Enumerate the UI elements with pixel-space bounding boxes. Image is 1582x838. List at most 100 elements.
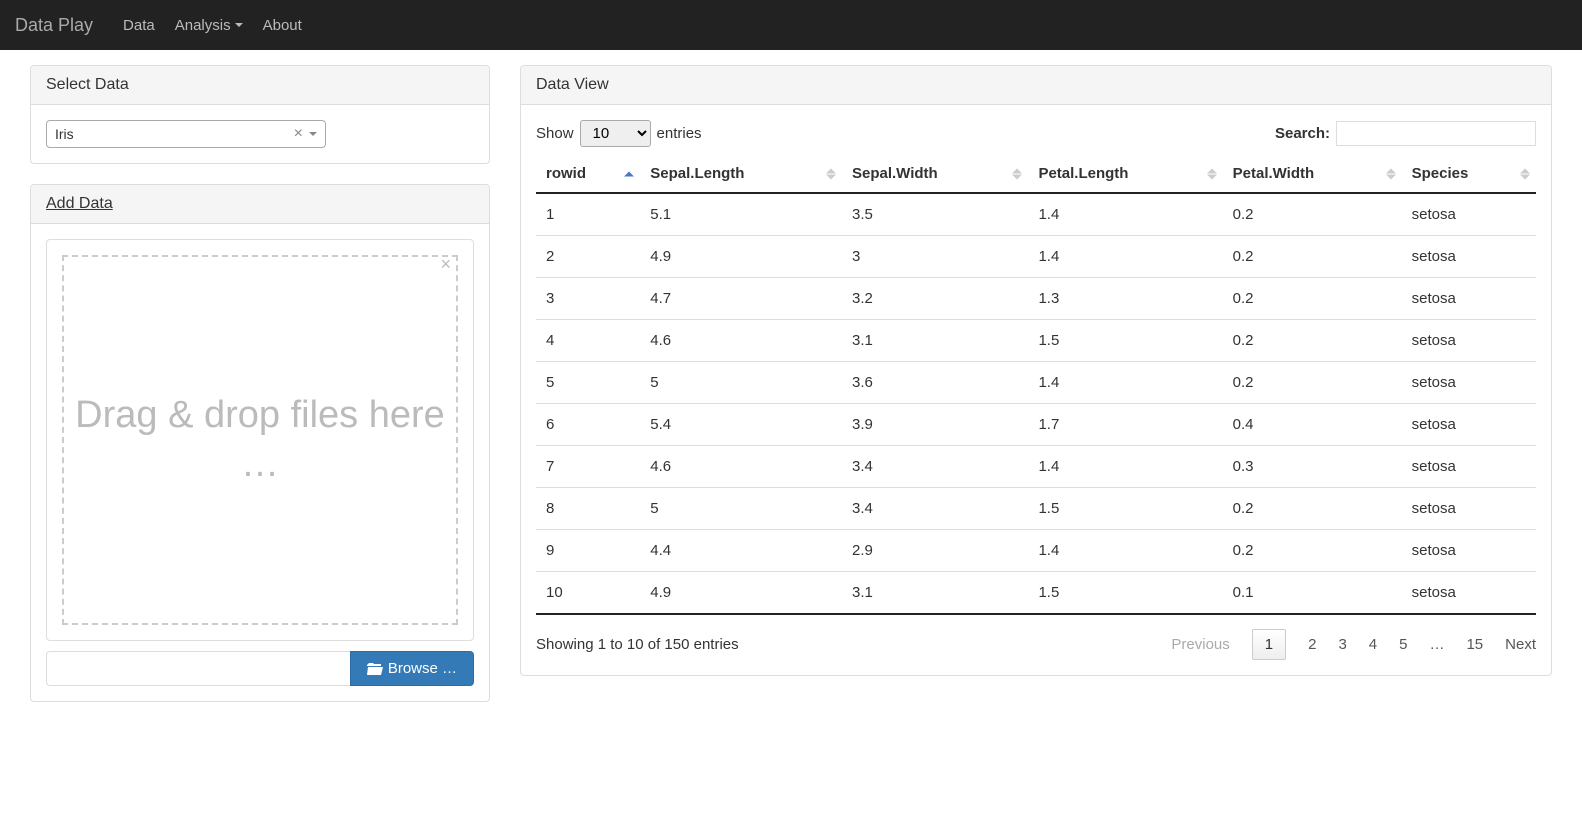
column-header-petal-length[interactable]: Petal.Length [1028, 155, 1222, 193]
data-table: rowidSepal.LengthSepal.WidthPetal.Length… [536, 155, 1536, 615]
table-cell: 3.1 [842, 572, 1028, 615]
select-data-panel: Select Data Iris × [30, 65, 490, 164]
table-cell: 3.4 [842, 488, 1028, 530]
column-header-petal-width[interactable]: Petal.Width [1223, 155, 1402, 193]
paginator-page-15[interactable]: 15 [1466, 636, 1483, 653]
sort-icon [1207, 168, 1217, 179]
table-cell: 0.2 [1223, 530, 1402, 572]
folder-open-icon [367, 663, 383, 675]
table-cell: 1.5 [1028, 320, 1222, 362]
sort-icon [1520, 168, 1530, 179]
column-header-rowid[interactable]: rowid [536, 155, 640, 193]
table-cell: setosa [1402, 446, 1536, 488]
table-cell: 3.4 [842, 446, 1028, 488]
table-cell: 3 [536, 278, 640, 320]
dropzone-label: Drag & drop files here … [64, 391, 456, 490]
paginator-page-2[interactable]: 2 [1308, 636, 1316, 653]
table-cell: setosa [1402, 193, 1536, 236]
table-cell: 1.4 [1028, 446, 1222, 488]
dataset-select-value: Iris [55, 126, 288, 142]
table-row: 44.63.11.50.2setosa [536, 320, 1536, 362]
paginator-page-5[interactable]: 5 [1399, 636, 1407, 653]
nav-link-about[interactable]: About [263, 17, 302, 34]
table-cell: 1.4 [1028, 236, 1222, 278]
table-cell: setosa [1402, 320, 1536, 362]
table-row: 94.42.91.40.2setosa [536, 530, 1536, 572]
table-cell: 1.3 [1028, 278, 1222, 320]
paginator: Previous 12345…15 Next [1171, 629, 1536, 660]
table-row: 853.41.50.2setosa [536, 488, 1536, 530]
browse-button[interactable]: Browse … [350, 651, 474, 686]
column-header-sepal-length[interactable]: Sepal.Length [640, 155, 842, 193]
table-cell: 0.2 [1223, 236, 1402, 278]
table-cell: 5 [536, 362, 640, 404]
add-data-heading[interactable]: Add Data [31, 185, 489, 224]
page-length-select[interactable]: 10 [580, 120, 651, 147]
search-control: Search: [1275, 121, 1536, 146]
table-cell: 4.4 [640, 530, 842, 572]
sort-icon [1386, 168, 1396, 179]
search-input[interactable] [1336, 121, 1536, 146]
table-cell: 3.2 [842, 278, 1028, 320]
table-row: 15.13.51.40.2setosa [536, 193, 1536, 236]
clear-icon[interactable]: × [288, 125, 309, 143]
navbar: Data Play Data Analysis About [0, 0, 1582, 50]
table-cell: 7 [536, 446, 640, 488]
chevron-down-icon [235, 23, 243, 27]
sort-icon [1012, 168, 1022, 179]
table-row: 65.43.91.70.4setosa [536, 404, 1536, 446]
table-cell: setosa [1402, 530, 1536, 572]
file-dropzone[interactable]: Drag & drop files here … [62, 255, 458, 625]
table-cell: 1 [536, 193, 640, 236]
table-cell: 3.5 [842, 193, 1028, 236]
paginator-page-1[interactable]: 1 [1252, 629, 1286, 660]
table-cell: 5 [640, 362, 842, 404]
table-cell: 5.1 [640, 193, 842, 236]
close-icon[interactable]: × [440, 254, 451, 275]
table-cell: 4.6 [640, 320, 842, 362]
nav-link-data[interactable]: Data [123, 17, 155, 34]
paginator-page-3[interactable]: 3 [1338, 636, 1346, 653]
table-cell: 1.7 [1028, 404, 1222, 446]
table-cell: 5.4 [640, 404, 842, 446]
table-cell: 0.4 [1223, 404, 1402, 446]
navbar-brand[interactable]: Data Play [15, 15, 103, 36]
column-header-sepal-width[interactable]: Sepal.Width [842, 155, 1028, 193]
sort-icon [624, 171, 634, 176]
table-cell: 0.2 [1223, 320, 1402, 362]
table-cell: 5 [640, 488, 842, 530]
table-cell: 4.7 [640, 278, 842, 320]
file-path-input[interactable] [46, 651, 350, 686]
table-cell: 3 [842, 236, 1028, 278]
table-row: 74.63.41.40.3setosa [536, 446, 1536, 488]
table-info: Showing 1 to 10 of 150 entries [536, 636, 739, 653]
paginator-page-4[interactable]: 4 [1369, 636, 1377, 653]
table-cell: 3.6 [842, 362, 1028, 404]
dataset-select[interactable]: Iris × [46, 120, 326, 148]
table-cell: 1.5 [1028, 488, 1222, 530]
table-cell: setosa [1402, 278, 1536, 320]
add-data-panel: Add Data × Drag & drop files here … Brow… [30, 184, 490, 702]
column-header-species[interactable]: Species [1402, 155, 1536, 193]
paginator-prev[interactable]: Previous [1171, 636, 1229, 653]
paginator-next[interactable]: Next [1505, 636, 1536, 653]
table-cell: setosa [1402, 236, 1536, 278]
table-row: 24.931.40.2setosa [536, 236, 1536, 278]
nav-link-analysis[interactable]: Analysis [175, 17, 243, 34]
table-row: 104.93.11.50.1setosa [536, 572, 1536, 615]
data-view-panel: Data View Show 10 entries Search: [520, 65, 1552, 676]
table-cell: 1.4 [1028, 530, 1222, 572]
table-cell: 4 [536, 320, 640, 362]
table-cell: 8 [536, 488, 640, 530]
table-cell: 0.3 [1223, 446, 1402, 488]
table-cell: 0.1 [1223, 572, 1402, 615]
table-cell: 3.9 [842, 404, 1028, 446]
table-cell: 0.2 [1223, 193, 1402, 236]
table-cell: 0.2 [1223, 278, 1402, 320]
table-cell: 1.5 [1028, 572, 1222, 615]
table-cell: 1.4 [1028, 362, 1222, 404]
table-cell: setosa [1402, 488, 1536, 530]
chevron-down-icon [309, 132, 317, 136]
page-length-control: Show 10 entries [536, 120, 702, 147]
table-cell: 6 [536, 404, 640, 446]
